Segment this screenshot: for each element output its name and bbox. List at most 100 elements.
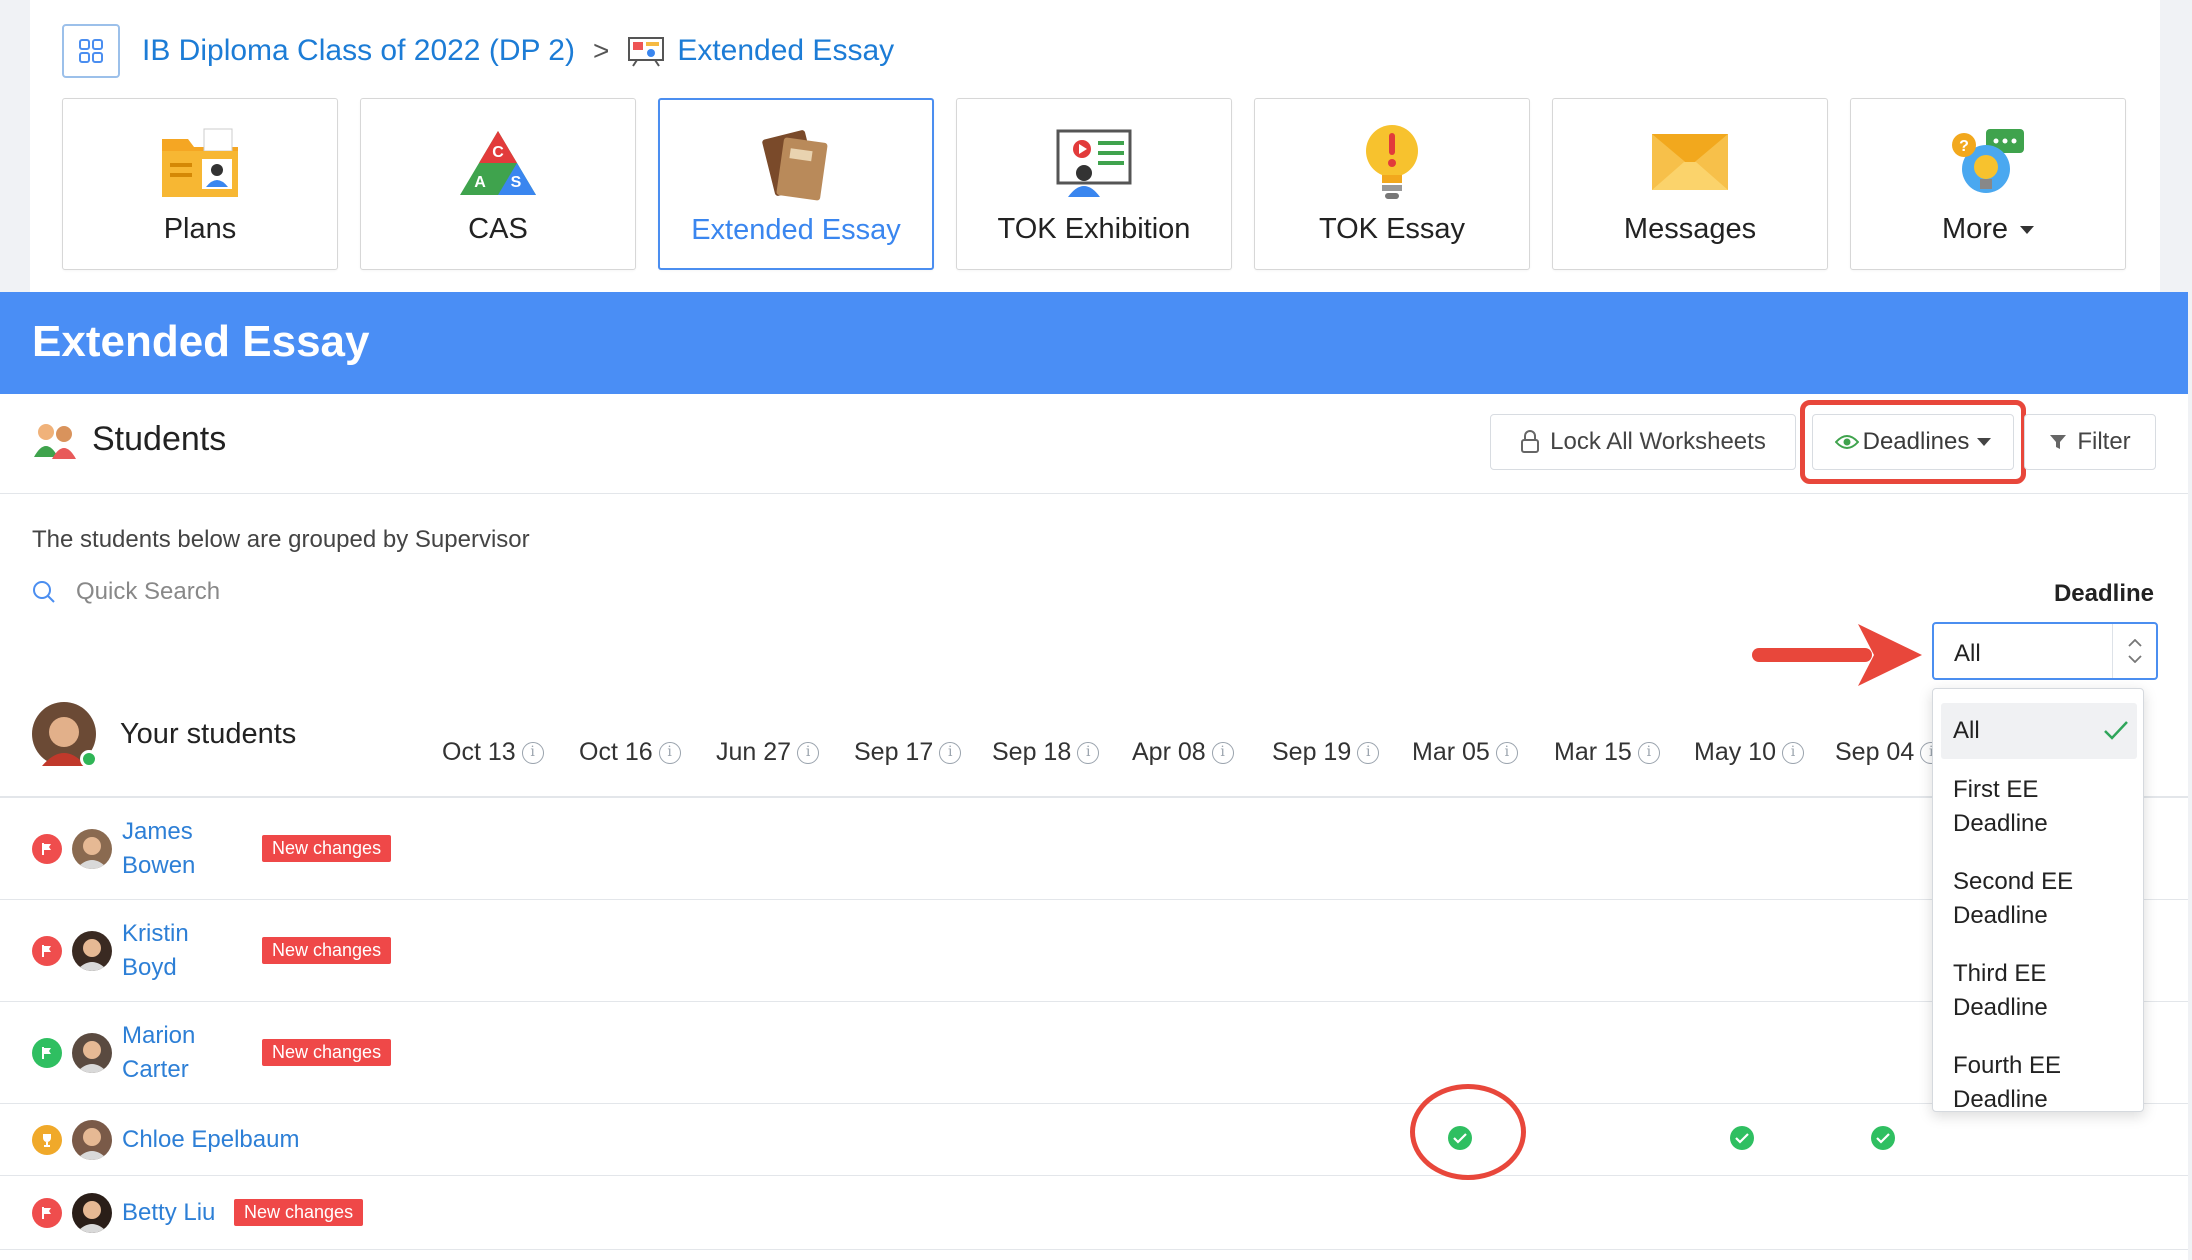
chevron-up-icon bbox=[2127, 639, 2142, 647]
tile-label: Messages bbox=[1623, 213, 1757, 245]
tile-cas[interactable]: C A S CAS bbox=[360, 98, 636, 270]
column-date: Oct 13 bbox=[442, 738, 516, 766]
deadline-column: Mar 15 i bbox=[1554, 738, 1660, 767]
info-icon[interactable]: i bbox=[797, 741, 820, 764]
student-last-name[interactable]: Boyd bbox=[122, 951, 189, 985]
tile-tok-essay[interactable]: TOK Essay bbox=[1254, 98, 1530, 270]
tile-label: Plans bbox=[163, 213, 237, 245]
info-icon[interactable]: i bbox=[1357, 741, 1380, 764]
tile-messages[interactable]: Messages bbox=[1552, 98, 1828, 270]
menu-item-fourth-ee-deadline[interactable]: Fourth EE Deadline bbox=[1941, 1049, 2137, 1111]
online-status-dot bbox=[80, 750, 98, 768]
info-icon[interactable]: i bbox=[1211, 741, 1234, 764]
student-full-name[interactable]: Betty Liu bbox=[122, 1199, 215, 1226]
menu-item-all[interactable]: All bbox=[1941, 703, 2137, 759]
student-row[interactable]: Marion Carter New changes bbox=[0, 1002, 2188, 1104]
lightbulb-icon bbox=[1255, 121, 1529, 205]
chevron-down-icon bbox=[2020, 226, 2035, 235]
student-name[interactable]: Chloe Epelbaum bbox=[122, 1123, 299, 1157]
student-name[interactable]: James Bowen bbox=[122, 815, 195, 883]
info-icon[interactable]: i bbox=[658, 741, 681, 764]
info-icon[interactable]: i bbox=[1495, 741, 1518, 764]
student-first-name[interactable]: Marion bbox=[122, 1019, 195, 1053]
status-badge: New changes bbox=[234, 1199, 364, 1226]
status-badge: New changes bbox=[262, 835, 392, 862]
tile-more[interactable]: ? More bbox=[1850, 98, 2126, 270]
student-first-name[interactable]: James bbox=[122, 815, 195, 849]
chevron-down-icon bbox=[2127, 655, 2142, 663]
menu-item-first-ee-deadline[interactable]: First EE Deadline bbox=[1941, 773, 2137, 841]
flag-icon[interactable] bbox=[32, 1198, 62, 1228]
svg-text:A: A bbox=[474, 174, 486, 191]
tile-plans[interactable]: Plans bbox=[62, 98, 338, 270]
breadcrumb-class[interactable]: IB Diploma Class of 2022 (DP 2) bbox=[142, 34, 575, 68]
avatar bbox=[72, 1193, 112, 1233]
column-date: Sep 18 bbox=[992, 738, 1072, 766]
exhibition-icon bbox=[957, 121, 1231, 205]
svg-text:S: S bbox=[511, 174, 522, 191]
column-date: Sep 04 bbox=[1835, 738, 1915, 766]
student-first-name[interactable]: Kristin bbox=[122, 917, 189, 951]
lock-all-worksheets-button[interactable]: Lock All Worksheets bbox=[1490, 414, 1796, 470]
avatar bbox=[72, 1120, 112, 1160]
student-row[interactable]: Chloe Epelbaum bbox=[0, 1104, 2188, 1176]
filter-button[interactable]: Filter bbox=[2024, 414, 2156, 470]
svg-text:?: ? bbox=[1959, 138, 1969, 155]
tile-extended-essay[interactable]: Extended Essay bbox=[658, 98, 934, 270]
deadline-column: Sep 17 i bbox=[854, 738, 962, 767]
info-icon[interactable]: i bbox=[1077, 741, 1100, 764]
info-icon[interactable]: i bbox=[521, 741, 544, 764]
checkmark-icon bbox=[2104, 721, 2128, 740]
students-title: Students bbox=[32, 420, 226, 459]
tile-tok-exhibition[interactable]: TOK Exhibition bbox=[956, 98, 1232, 270]
apps-grid-button[interactable] bbox=[62, 24, 120, 78]
student-full-name[interactable]: Chloe Epelbaum bbox=[122, 1126, 299, 1153]
menu-item-third-ee-deadline[interactable]: Third EE Deadline bbox=[1941, 957, 2137, 1025]
column-date: Jun 27 bbox=[716, 738, 792, 766]
tile-label: TOK Exhibition bbox=[997, 213, 1191, 245]
presentation-icon bbox=[627, 35, 665, 67]
completed-check-icon[interactable] bbox=[1871, 1126, 1895, 1150]
avatar bbox=[72, 1033, 112, 1073]
column-date: Sep 17 bbox=[854, 738, 934, 766]
completed-check-icon[interactable] bbox=[1730, 1126, 1754, 1150]
info-icon[interactable]: i bbox=[939, 741, 962, 764]
flag-icon[interactable] bbox=[32, 1038, 62, 1068]
student-name[interactable]: Marion Carter bbox=[122, 1019, 195, 1087]
page-title: Extended Essay bbox=[32, 317, 370, 366]
deadline-label: Deadline bbox=[2053, 580, 2154, 607]
select-stepper[interactable] bbox=[2112, 624, 2156, 678]
grid-icon bbox=[79, 39, 103, 63]
annotation-arrow-icon bbox=[1752, 624, 1922, 686]
student-row[interactable]: Kristin Boyd New changes bbox=[0, 900, 2188, 1002]
column-date: Mar 15 bbox=[1554, 738, 1632, 766]
column-date: Apr 08 bbox=[1132, 738, 1206, 766]
info-icon[interactable]: i bbox=[1637, 741, 1660, 764]
tile-label: CAS bbox=[468, 213, 528, 245]
info-icon[interactable]: i bbox=[1781, 741, 1804, 764]
flag-icon[interactable] bbox=[32, 834, 62, 864]
student-name[interactable]: Kristin Boyd bbox=[122, 917, 189, 985]
students-panel: Students Lock All Worksheets Deadlines F… bbox=[0, 394, 2188, 1260]
student-last-name[interactable]: Carter bbox=[122, 1053, 195, 1087]
deadline-select[interactable]: All bbox=[1932, 622, 2158, 680]
menu-item-second-ee-deadline[interactable]: Second EE Deadline bbox=[1941, 865, 2137, 933]
search-input[interactable]: Quick Search bbox=[76, 578, 220, 606]
quick-search[interactable]: Quick Search bbox=[32, 578, 220, 606]
flag-icon[interactable] bbox=[32, 936, 62, 966]
deadline-column: Sep 18 i bbox=[992, 738, 1100, 767]
student-row[interactable]: Betty Liu New changes bbox=[0, 1176, 2188, 1250]
folder-icon bbox=[63, 121, 337, 205]
question-chat-icon: ? bbox=[1851, 121, 2125, 205]
deadline-column: Sep 19 i bbox=[1272, 738, 1380, 767]
breadcrumb-separator: > bbox=[592, 35, 610, 66]
student-last-name[interactable]: Bowen bbox=[122, 849, 195, 883]
deadline-column: Sep 04i bbox=[1835, 738, 1943, 767]
column-date: May 10 bbox=[1694, 738, 1776, 766]
avatar bbox=[32, 702, 98, 768]
student-row[interactable]: James Bowen New changes bbox=[0, 798, 2188, 900]
deadlines-highlight bbox=[1800, 400, 2026, 484]
student-name[interactable]: Betty Liu bbox=[122, 1196, 215, 1230]
trophy-icon[interactable] bbox=[32, 1125, 62, 1155]
breadcrumb-current[interactable]: Extended Essay bbox=[677, 34, 894, 68]
